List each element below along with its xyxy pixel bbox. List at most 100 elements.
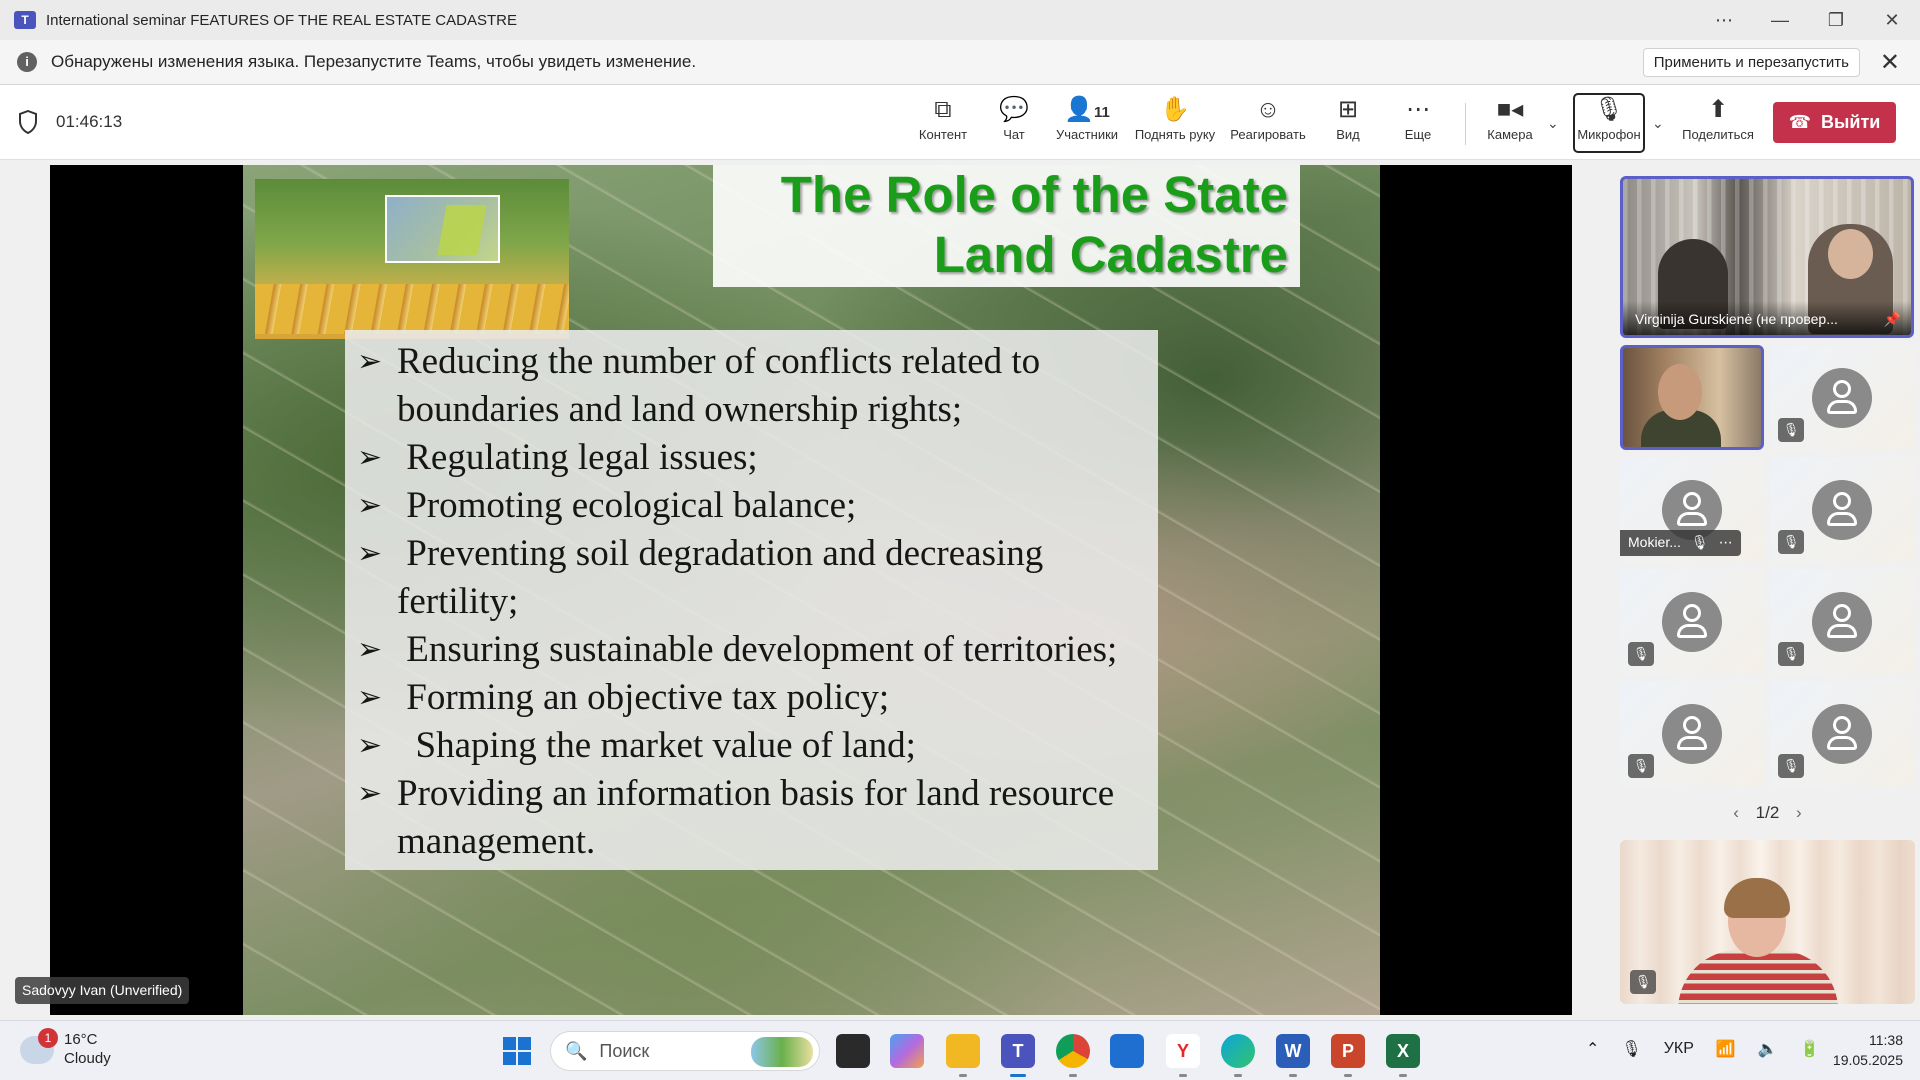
presenter-name-label: Sadovyy Ivan (Unverified) — [15, 977, 190, 1004]
microphone-muted-tray-icon[interactable]: 🎙 — [1621, 1039, 1641, 1059]
wifi-icon[interactable]: 📶 — [1716, 1039, 1736, 1059]
search-highlight-image — [751, 1037, 813, 1067]
arrow-bullet-icon: ➢ — [357, 345, 383, 378]
participant-tile[interactable]: 🎙 — [1770, 569, 1914, 674]
mic-muted-icon: 🎙 — [1778, 754, 1804, 778]
participant-tile[interactable]: 🎙 — [1770, 345, 1914, 450]
battery-icon[interactable]: 🔋 — [1800, 1039, 1820, 1059]
excel-icon[interactable]: X — [1386, 1034, 1420, 1077]
participant-tile[interactable]: 🎙 — [1770, 681, 1914, 786]
bullet-text: Promoting ecological balance; — [397, 485, 857, 526]
participants-button[interactable]: 👤11 Участники — [1047, 95, 1127, 151]
word-icon[interactable]: W — [1276, 1034, 1310, 1077]
close-icon[interactable]: ✕ — [1864, 10, 1920, 31]
mic-muted-icon: 🎙 — [1630, 970, 1656, 994]
previous-page-chevron-icon[interactable]: ‹ — [1733, 803, 1739, 822]
copilot-icon[interactable] — [890, 1034, 924, 1068]
system-clock[interactable]: 11:38 19.05.2025 — [1823, 1030, 1903, 1070]
mic-muted-icon: 🎙 — [1628, 754, 1654, 778]
participant-tile[interactable]: 🎙 — [1620, 569, 1764, 674]
more-label: Еще — [1404, 127, 1432, 142]
pinned-participant-name: Virginija Gurskienė (не провер... — [1635, 311, 1838, 327]
mic-muted-icon: 🎙 — [1778, 418, 1804, 442]
bullet-text: Reducing the number of conflicts related… — [397, 341, 1041, 430]
grid-view-icon: ⊞ — [1337, 96, 1359, 123]
input-language[interactable]: УКР — [1664, 1040, 1694, 1058]
content-button[interactable]: ⧉ Контент — [903, 95, 983, 151]
pinned-participant-label: Virginija Gurskienė (не провер... 📌 — [1623, 301, 1911, 335]
chrome-icon[interactable] — [1056, 1034, 1090, 1077]
apply-restart-button[interactable]: Применить и перезапустить — [1642, 47, 1860, 77]
cadastre-field-photo — [255, 179, 569, 339]
hang-up-icon: ☎ — [1788, 112, 1812, 132]
share-button[interactable]: ⬆ Поделиться — [1678, 95, 1758, 151]
microsoft-store-icon[interactable] — [1110, 1034, 1144, 1068]
view-button[interactable]: ⊞ Вид — [1308, 95, 1388, 151]
chat-button[interactable]: 💬 Чат — [974, 95, 1054, 151]
edge-icon[interactable] — [1221, 1034, 1255, 1077]
file-explorer-icon[interactable] — [946, 1034, 980, 1077]
arrow-bullet-icon: ➢ — [357, 441, 383, 474]
weather-widget[interactable]: 1 16°C Cloudy — [20, 1028, 111, 1068]
volume-icon[interactable]: 🔈 — [1758, 1039, 1778, 1059]
more-icon[interactable]: ⋯ — [1696, 10, 1752, 31]
microphone-label: Микрофон — [1577, 127, 1641, 142]
participant-tile[interactable]: Mokier... 🎙 ⋯ — [1620, 457, 1764, 562]
system-tray: ⌃ 🎙 УКР 📶 🔈 🔋 — [1586, 1039, 1820, 1059]
participant-tile[interactable]: 🎙 — [1770, 457, 1914, 562]
react-button[interactable]: ☺ Реагировать — [1228, 95, 1308, 151]
taskbar-search[interactable]: 🔍 Поиск — [550, 1031, 820, 1071]
leave-button[interactable]: ☎ Выйти — [1773, 102, 1896, 143]
more-actions-button[interactable]: ⋯ Еще — [1378, 95, 1458, 151]
mic-muted-icon: 🎙 — [1778, 530, 1804, 554]
bullet-text: Regulating legal issues; — [397, 437, 758, 478]
next-page-chevron-icon[interactable]: › — [1796, 803, 1802, 822]
participants-count: 11 — [1094, 104, 1110, 121]
microphone-button[interactable]: 🎙 Микрофон — [1573, 93, 1645, 153]
bullet-text: Forming an objective tax policy; — [397, 677, 890, 718]
react-label: Реагировать — [1230, 127, 1306, 142]
page-indicator: 1/2 — [1755, 803, 1780, 822]
microphone-options-chevron-icon[interactable]: ⌄ — [1652, 115, 1664, 132]
self-video-tile[interactable]: 🎙 — [1620, 840, 1915, 1004]
teams-icon: T — [14, 11, 36, 29]
arrow-bullet-icon: ➢ — [357, 729, 383, 762]
pinned-participant-tile[interactable]: Virginija Gurskienė (не провер... 📌 — [1620, 176, 1914, 338]
notification-badge: 1 — [38, 1028, 58, 1048]
avatar-icon — [1662, 704, 1722, 764]
bullet-item: ➢ Reducing the number of conflicts relate… — [357, 338, 1144, 434]
show-hidden-icons-chevron-icon[interactable]: ⌃ — [1586, 1039, 1599, 1059]
weather-condition: Cloudy — [64, 1050, 111, 1067]
task-view-icon[interactable] — [836, 1034, 870, 1068]
bullet-item: ➢ Providing an information basis for land… — [357, 770, 1144, 866]
participant-video-tile[interactable] — [1620, 345, 1764, 450]
slide-bullet-list: ➢ Reducing the number of conflicts relate… — [345, 330, 1158, 870]
mic-muted-icon: 🎙 — [1778, 642, 1804, 666]
teams-taskbar-icon[interactable]: T — [1001, 1034, 1035, 1077]
avatar-icon — [1812, 592, 1872, 652]
smiley-icon: ☺ — [1255, 96, 1281, 123]
arrow-bullet-icon: ➢ — [357, 681, 383, 714]
presentation-stage: The Role of the State Land Cadastre ➢ Red… — [50, 165, 1572, 1015]
windows-taskbar: 1 16°C Cloudy 🔍 Поиск T Y W P X ⌃ 🎙 УКР … — [0, 1020, 1920, 1080]
powerpoint-icon[interactable]: P — [1331, 1034, 1365, 1077]
camera-button[interactable]: ■◂ Камера — [1470, 95, 1550, 151]
yandex-browser-icon[interactable]: Y — [1166, 1034, 1200, 1077]
minimize-icon[interactable]: — — [1752, 10, 1808, 31]
chat-label: Чат — [1003, 127, 1025, 142]
camera-options-chevron-icon[interactable]: ⌄ — [1547, 115, 1559, 132]
slide-title: The Role of the State Land Cadastre — [713, 165, 1300, 287]
bullet-item: ➢ Regulating legal issues; — [357, 434, 1144, 482]
pin-icon[interactable]: 📌 — [1884, 311, 1901, 335]
restore-icon[interactable]: ❐ — [1808, 10, 1864, 31]
bullet-item: ➢ Forming an objective tax policy; — [357, 674, 1144, 722]
window-title: International seminar FEATURES OF THE RE… — [46, 11, 517, 29]
bullet-text: Preventing soil degradation and decreasi… — [397, 533, 1053, 622]
windows-start-icon[interactable] — [503, 1037, 531, 1065]
infobar-close-icon[interactable]: ✕ — [1880, 48, 1900, 77]
more-options-icon[interactable]: ⋯ — [1719, 534, 1733, 552]
temperature: 16°C — [64, 1031, 98, 1048]
participant-tile[interactable]: 🎙 — [1620, 681, 1764, 786]
raise-hand-button[interactable]: ✋ Поднять руку — [1133, 95, 1217, 151]
info-icon: i — [17, 52, 37, 72]
